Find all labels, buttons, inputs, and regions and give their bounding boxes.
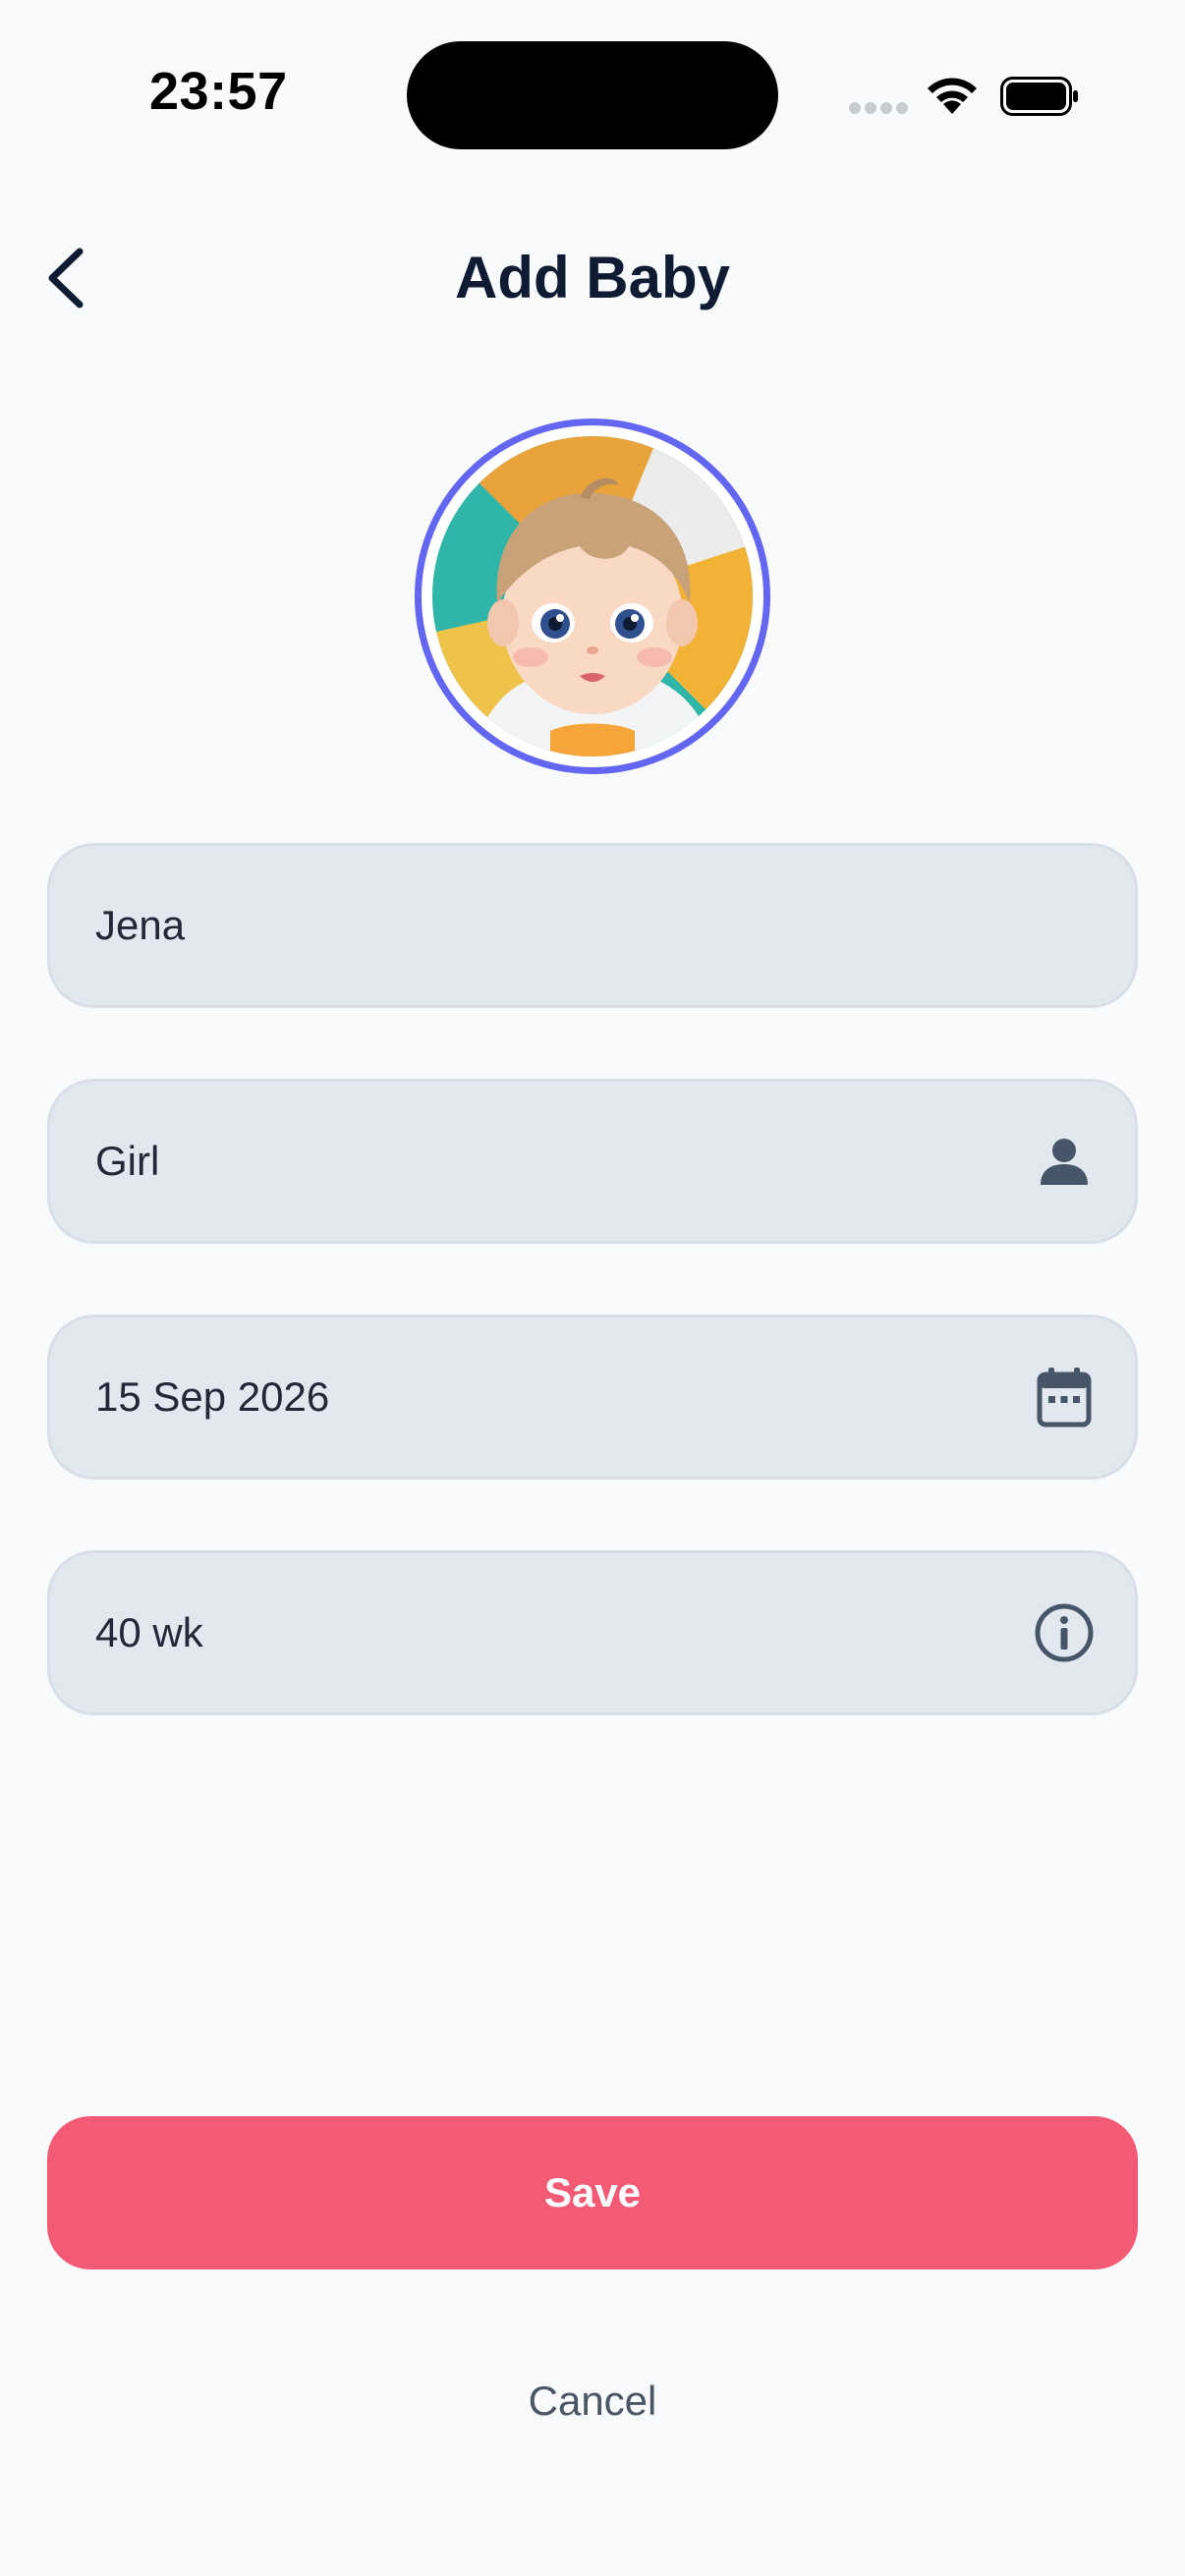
gestational-age-value: 40 wk: [95, 1609, 203, 1655]
battery-icon: [1000, 77, 1079, 116]
page-title: Add Baby: [454, 245, 731, 310]
baby-avatar[interactable]: [432, 436, 753, 756]
wifi-icon: [924, 75, 981, 116]
calendar-icon[interactable]: [1033, 1366, 1096, 1428]
gestational-age-field[interactable]: 40 wk: [47, 1550, 1138, 1715]
gender-value: Girl: [95, 1138, 160, 1184]
info-icon[interactable]: [1033, 1601, 1096, 1664]
baby-avatar-illustration: [432, 436, 753, 756]
save-button[interactable]: Save: [47, 2116, 1138, 2269]
baby-name-value: Jena: [95, 902, 186, 948]
add-baby-screen: 23:57 Add Baby Jena Girl 15 Sep 2026 40 …: [0, 0, 1185, 2576]
gender-field[interactable]: Girl: [47, 1079, 1138, 1244]
cellular-signal-icon: [849, 102, 908, 116]
cancel-button[interactable]: Cancel: [0, 2378, 1185, 2425]
birth-date-value: 15 Sep 2026: [95, 1373, 330, 1420]
birth-date-field[interactable]: 15 Sep 2026: [47, 1315, 1138, 1480]
baby-name-field[interactable]: Jena: [47, 843, 1138, 1008]
dynamic-island: [407, 41, 778, 149]
person-icon: [1033, 1130, 1096, 1193]
status-time: 23:57: [149, 62, 288, 121]
